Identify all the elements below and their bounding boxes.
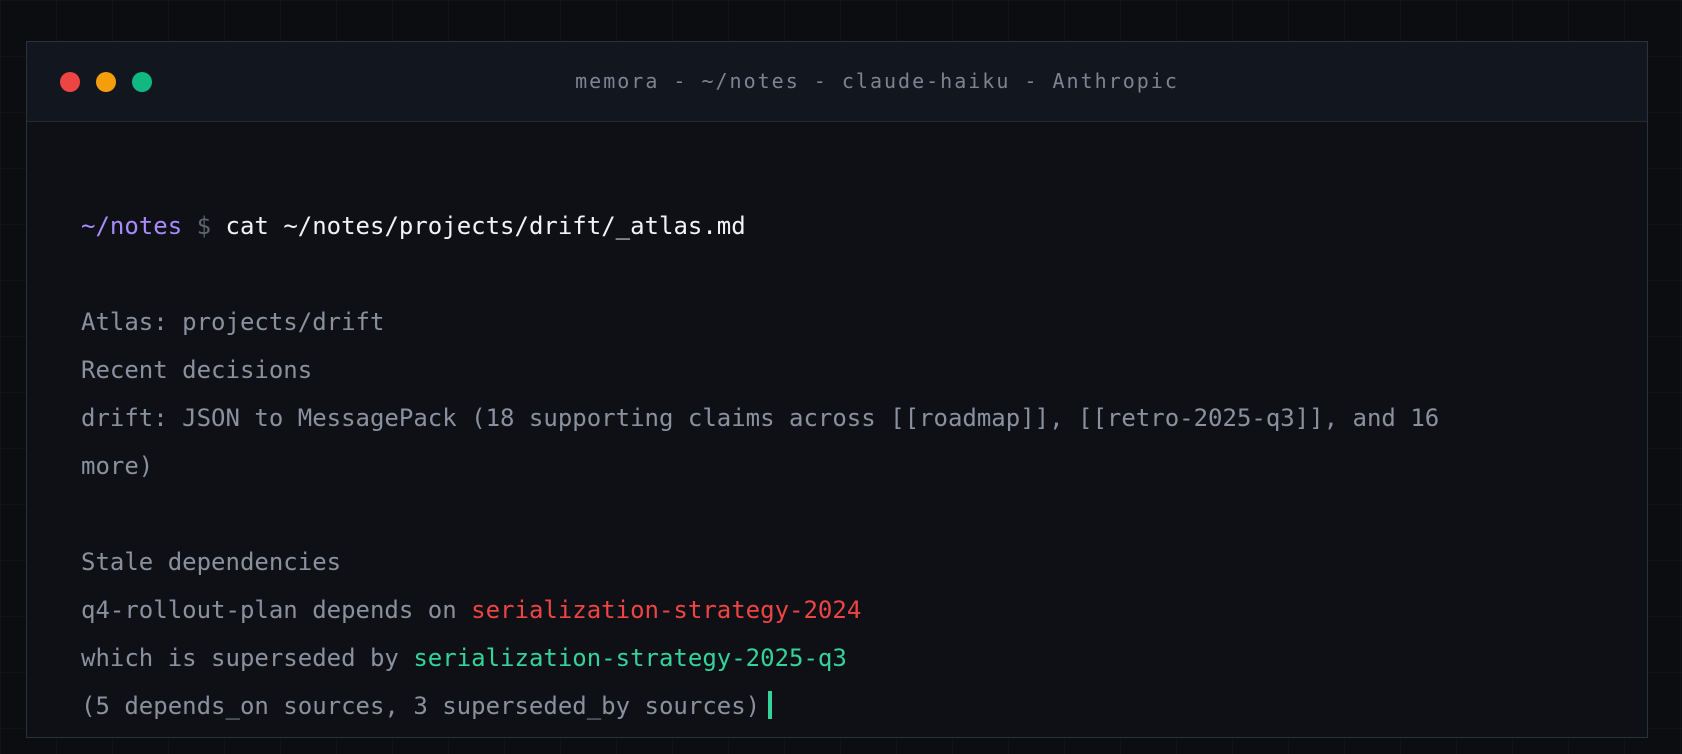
decision-line: drift: JSON to MessagePack (18 supportin…: [81, 404, 1440, 432]
text-cursor: [768, 691, 773, 719]
prompt-symbol: $: [196, 212, 212, 240]
prompt-path: ~/notes: [81, 212, 183, 240]
stale-note-name: serialization-strategy-2024: [471, 596, 862, 624]
superseding-note-name: serialization-strategy-2025-q3: [413, 644, 847, 672]
stale-dependency-line: q4-rollout-plan depends on serialization…: [81, 586, 1607, 634]
recent-decisions-heading: Recent decisions: [81, 356, 313, 384]
terminal-window: memora - ~/notes - claude-haiku - Anthro…: [26, 41, 1648, 738]
title-bar: memora - ~/notes - claude-haiku - Anthro…: [27, 42, 1647, 122]
superseded-line: which is superseded by serialization-str…: [81, 634, 1607, 682]
decision-line-continued: more): [81, 452, 154, 480]
atlas-heading: Atlas: projects/drift: [81, 308, 385, 336]
command-text: cat ~/notes/projects/drift/_atlas.md: [225, 212, 746, 240]
window-title: memora - ~/notes - claude-haiku - Anthro…: [575, 69, 1179, 93]
stale-prefix: q4-rollout-plan depends on: [81, 596, 472, 624]
sources-line: (5 depends_on sources, 3 superseded_by s…: [81, 682, 1607, 730]
terminal-output[interactable]: ~/notes $ cat ~/notes/projects/drift/_at…: [81, 202, 1607, 730]
sources-text: (5 depends_on sources, 3 superseded_by s…: [81, 692, 761, 720]
superseded-prefix: which is superseded by: [81, 644, 414, 672]
stale-dependencies-heading: Stale dependencies: [81, 548, 342, 576]
prompt-line: ~/notes $ cat ~/notes/projects/drift/_at…: [81, 202, 1607, 250]
